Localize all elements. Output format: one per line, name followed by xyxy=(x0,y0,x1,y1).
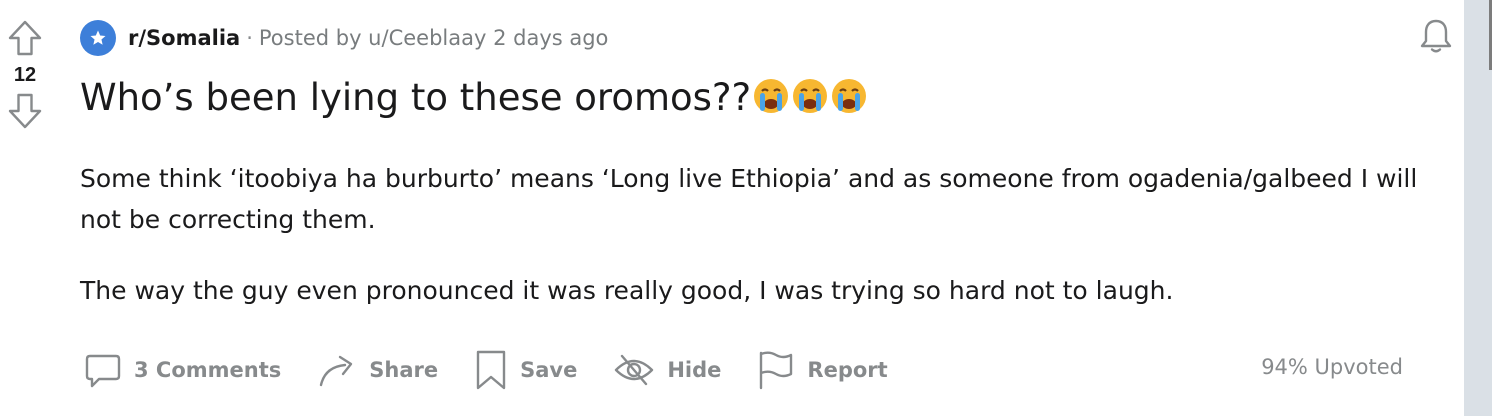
flag-icon xyxy=(760,351,793,390)
post-title[interactable]: Who’s been lying to these oromos?? xyxy=(80,76,868,124)
hide-button[interactable]: Hide xyxy=(607,344,727,396)
comments-button[interactable]: 3 Comments xyxy=(78,344,287,396)
arrow-up-outline-icon xyxy=(8,20,42,56)
notifications-button[interactable] xyxy=(1414,14,1458,58)
upvote-button[interactable] xyxy=(5,18,45,58)
star-icon xyxy=(90,30,106,45)
share-button[interactable]: Share xyxy=(311,344,444,396)
hide-label: Hide xyxy=(667,358,722,382)
bookmark-icon xyxy=(476,350,506,390)
post-title-text: Who’s been lying to these oromos?? xyxy=(80,76,752,119)
post-body: Some think ‘itoobiya ha burburto’ means … xyxy=(80,158,1450,341)
comment-bubble-icon xyxy=(85,354,121,388)
loudly-crying-face-icon xyxy=(830,77,868,124)
posted-by-text[interactable]: Posted by u/Ceeblaay 2 days ago xyxy=(259,26,609,50)
vote-column: 12 xyxy=(0,18,50,131)
share-arrow-icon xyxy=(320,355,353,387)
upvote-ratio: 94% Upvoted xyxy=(1261,355,1403,379)
share-label: Share xyxy=(369,358,439,382)
loudly-crying-face-icon xyxy=(791,77,829,124)
loudly-crying-face-icon xyxy=(752,77,790,124)
report-label: Report xyxy=(807,358,888,382)
post-paragraph: Some think ‘itoobiya ha burburto’ means … xyxy=(80,164,1418,234)
post-paragraph: The way the guy even pronounced it was r… xyxy=(80,276,1174,305)
save-label: Save xyxy=(520,358,578,382)
page-scrollbar[interactable] xyxy=(1464,0,1492,416)
post-meta: r/Somalia · Posted by u/Ceeblaay 2 days … xyxy=(80,20,608,56)
save-button[interactable]: Save xyxy=(468,344,583,396)
eye-slash-icon xyxy=(615,354,654,386)
post-card: 12 r/Somalia · Posted by u/Ceeblaay 2 da… xyxy=(0,0,1464,416)
report-button[interactable]: Report xyxy=(751,344,893,396)
subreddit-link[interactable]: r/Somalia xyxy=(128,26,240,50)
meta-separator: · xyxy=(246,26,253,50)
post-actions: 3 Comments Share Save Hide Report xyxy=(78,344,918,396)
downvote-button[interactable] xyxy=(5,91,45,131)
comments-label: 3 Comments xyxy=(134,358,282,382)
subreddit-avatar[interactable] xyxy=(80,20,116,56)
vote-score: 12 xyxy=(13,64,37,86)
bell-icon xyxy=(1420,19,1452,53)
arrow-down-outline-icon xyxy=(8,93,42,129)
